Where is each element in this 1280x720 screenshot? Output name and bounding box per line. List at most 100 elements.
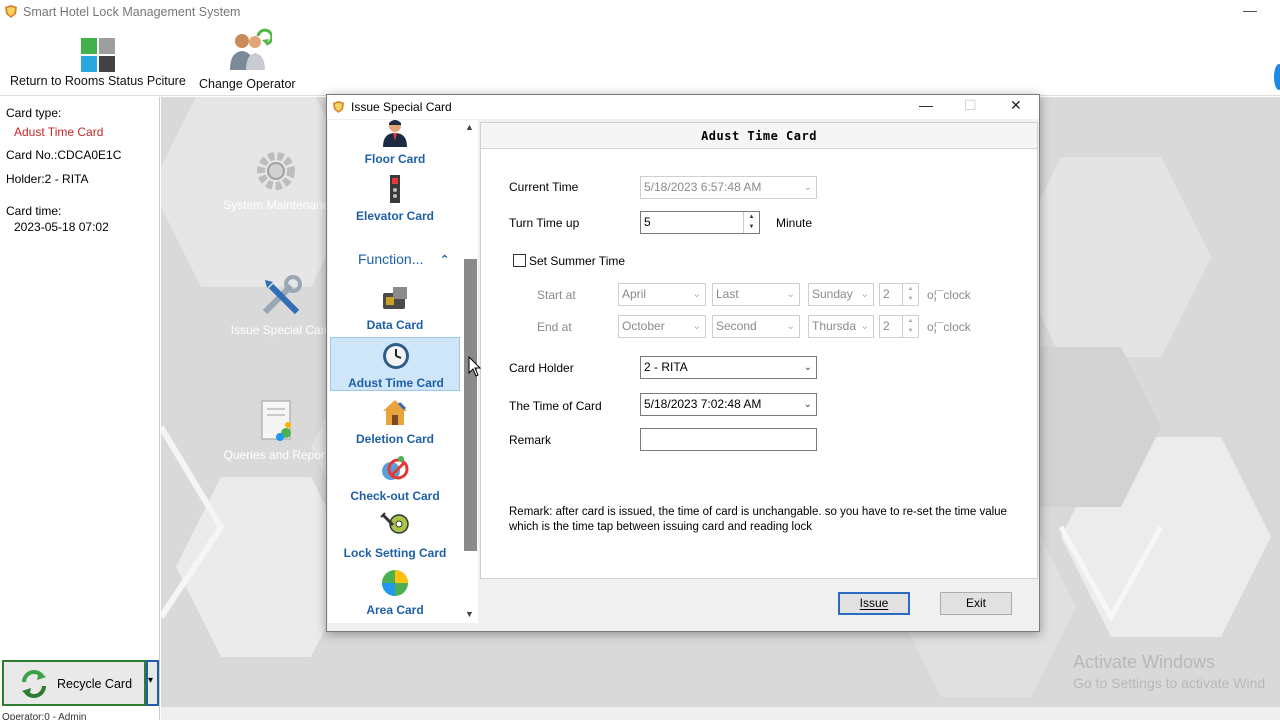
issue-special-card-dialog: Issue Special Card — ☐ ✕ Floor Card Elev…: [326, 94, 1040, 632]
start-month-value: April: [622, 287, 647, 301]
time-of-card-value: 5/18/2023 7:02:48 AM: [644, 397, 762, 411]
card-number: Card No.:CDCA0E1C: [6, 148, 122, 162]
card-holder-select[interactable]: 2 - RITA ⌄: [640, 356, 817, 379]
app-minimize-button[interactable]: —: [1243, 2, 1257, 18]
start-week-value: Last: [716, 287, 739, 301]
recycle-card-button[interactable]: Recycle Card: [2, 660, 146, 706]
system-maintenance-item[interactable]: System Maintenanc: [221, 147, 331, 212]
scroll-down-icon[interactable]: ▼: [465, 609, 474, 619]
dialog-maximize-button[interactable]: ☐: [964, 97, 977, 114]
chevron-down-icon: ⌄: [860, 321, 869, 332]
start-week-select[interactable]: Last ⌄: [712, 283, 800, 306]
start-hour-stepper[interactable]: 2 ▲ ▼: [879, 283, 919, 306]
dialog-title: Issue Special Card: [351, 100, 452, 114]
function-group-label: Function...: [358, 251, 424, 267]
issue-special-card-item[interactable]: Issue Special Card: [221, 272, 341, 337]
turn-time-up-value: 5: [644, 215, 651, 229]
scrollbar-thumb[interactable]: [464, 259, 477, 551]
change-operator-label: Change Operator: [199, 77, 296, 91]
operator-status: Operator:0 - Admin: [2, 712, 87, 720]
card-holder-value: 2 - RITA: [644, 360, 688, 374]
panel-header: Adust Time Card: [481, 123, 1037, 149]
end-week-select[interactable]: Second ⌄: [712, 315, 800, 338]
change-operator-button[interactable]: Change Operator: [199, 28, 296, 91]
chevron-down-icon: ⌄: [692, 289, 701, 300]
start-hour-value: 2: [883, 287, 890, 301]
card-type-sidebar: Floor Card Elevator Card Function... ⌃ D…: [328, 120, 478, 623]
summer-time-label: Set Summer Time: [529, 254, 626, 268]
turn-time-up-stepper[interactable]: 5 ▲ ▼: [640, 211, 760, 234]
end-month-select[interactable]: October ⌄: [618, 315, 706, 338]
sidebar-item-label: Deletion Card: [355, 432, 434, 446]
current-time-value: 5/18/2023 6:57:48 AM: [644, 180, 762, 194]
check-out-card-icon: [382, 456, 409, 480]
sidebar-item-label: Lock Setting Card: [343, 546, 447, 560]
current-time-field: 5/18/2023 6:57:48 AM ⌄: [640, 176, 817, 199]
chevron-down-icon: ▾: [148, 675, 154, 686]
end-day-value: Thursda: [812, 319, 857, 333]
remark-label: Remark: [509, 433, 552, 447]
sidebar-item-data-card[interactable]: Data Card: [330, 280, 460, 334]
summer-time-checkbox[interactable]: [513, 254, 526, 267]
start-day-select[interactable]: Sunday ⌄: [808, 283, 874, 306]
recycle-card-label: Recycle Card: [57, 677, 133, 691]
chevron-down-icon: ⌄: [803, 399, 812, 410]
app-title: Smart Hotel Lock Management System: [23, 5, 241, 19]
time-of-card-picker[interactable]: 5/18/2023 7:02:48 AM ⌄: [640, 393, 817, 416]
lock-setting-card-icon: [380, 512, 409, 534]
remark-note: Remark: after card is issued, the time o…: [509, 506, 1007, 533]
report-icon: [261, 400, 291, 441]
sidebar-item-adjust-time-card[interactable]: Adust Time Card: [330, 337, 460, 391]
chevron-down-icon: ⌄: [786, 321, 795, 332]
chevron-down-icon: ⌄: [803, 182, 812, 193]
time-of-card-label: The Time of Card: [509, 399, 602, 413]
sidebar-item-area-card[interactable]: Area Card: [330, 565, 460, 619]
start-month-select[interactable]: April ⌄: [618, 283, 706, 306]
card-type-value: Adust Time Card: [14, 125, 104, 139]
sidebar-item-deletion-card[interactable]: Deletion Card: [330, 394, 460, 448]
deletion-card-icon: [383, 400, 407, 425]
remark-input[interactable]: [640, 428, 817, 451]
sidebar-item-elevator-card[interactable]: Elevator Card: [330, 171, 460, 225]
background-status-strip: [161, 707, 1280, 720]
spinner-arrows-icon[interactable]: ▲ ▼: [902, 316, 918, 337]
chevron-down-icon: ⌄: [803, 362, 812, 373]
scroll-up-icon[interactable]: ▲: [465, 122, 474, 132]
current-time-label: Current Time: [509, 180, 579, 194]
end-month-value: October: [622, 319, 665, 333]
rooms-grid-icon: [79, 28, 117, 72]
sidebar-item-check-out-card[interactable]: Check-out Card: [330, 451, 460, 505]
return-to-rooms-button[interactable]: Return to Rooms Status Pciture: [10, 28, 186, 88]
dialog-close-button[interactable]: ✕: [1010, 97, 1022, 114]
spinner-arrows-icon[interactable]: ▲ ▼: [743, 212, 759, 233]
card-holder-label: Card Holder: [509, 361, 574, 375]
end-oclock-label: o¦¯clock: [927, 320, 971, 334]
sidebar-item-label: Elevator Card: [355, 209, 435, 223]
gear-icon: [257, 152, 295, 190]
sidebar-item-label: Check-out Card: [350, 489, 440, 503]
sidebar-item-floor-card[interactable]: Floor Card: [330, 120, 460, 168]
end-day-select[interactable]: Thursda ⌄: [808, 315, 874, 338]
spinner-arrows-icon[interactable]: ▲ ▼: [902, 284, 918, 305]
end-hour-stepper[interactable]: 2 ▲ ▼: [879, 315, 919, 338]
activate-windows-title: Activate Windows: [1073, 652, 1216, 672]
card-type-label: Card type:: [6, 106, 62, 120]
card-info-panel: Card type: Adust Time Card Card No.:CDCA…: [0, 97, 160, 720]
queries-reports-item[interactable]: Queries and Report: [221, 397, 331, 462]
edge-circle-icon: [1274, 64, 1280, 90]
data-card-icon: [383, 287, 407, 309]
function-group-header[interactable]: Function... ⌃: [330, 246, 460, 272]
sidebar-item-label: Floor Card: [364, 152, 426, 166]
sidebar-item-lock-setting-card[interactable]: Lock Setting Card: [330, 508, 460, 562]
chevron-down-icon: ⌄: [786, 289, 795, 300]
start-day-value: Sunday: [812, 287, 853, 301]
dialog-minimize-button[interactable]: —: [919, 97, 933, 113]
mouse-cursor-icon: [468, 356, 482, 377]
change-operator-icon: [230, 28, 274, 70]
recycle-dropdown-button[interactable]: ▾: [146, 660, 159, 706]
area-card-icon: [382, 570, 408, 596]
chevron-up-icon: ⌃: [440, 254, 450, 266]
issue-button[interactable]: Issue: [838, 592, 910, 615]
exit-button[interactable]: Exit: [940, 592, 1012, 615]
card-time-label: Card time:: [6, 204, 62, 218]
